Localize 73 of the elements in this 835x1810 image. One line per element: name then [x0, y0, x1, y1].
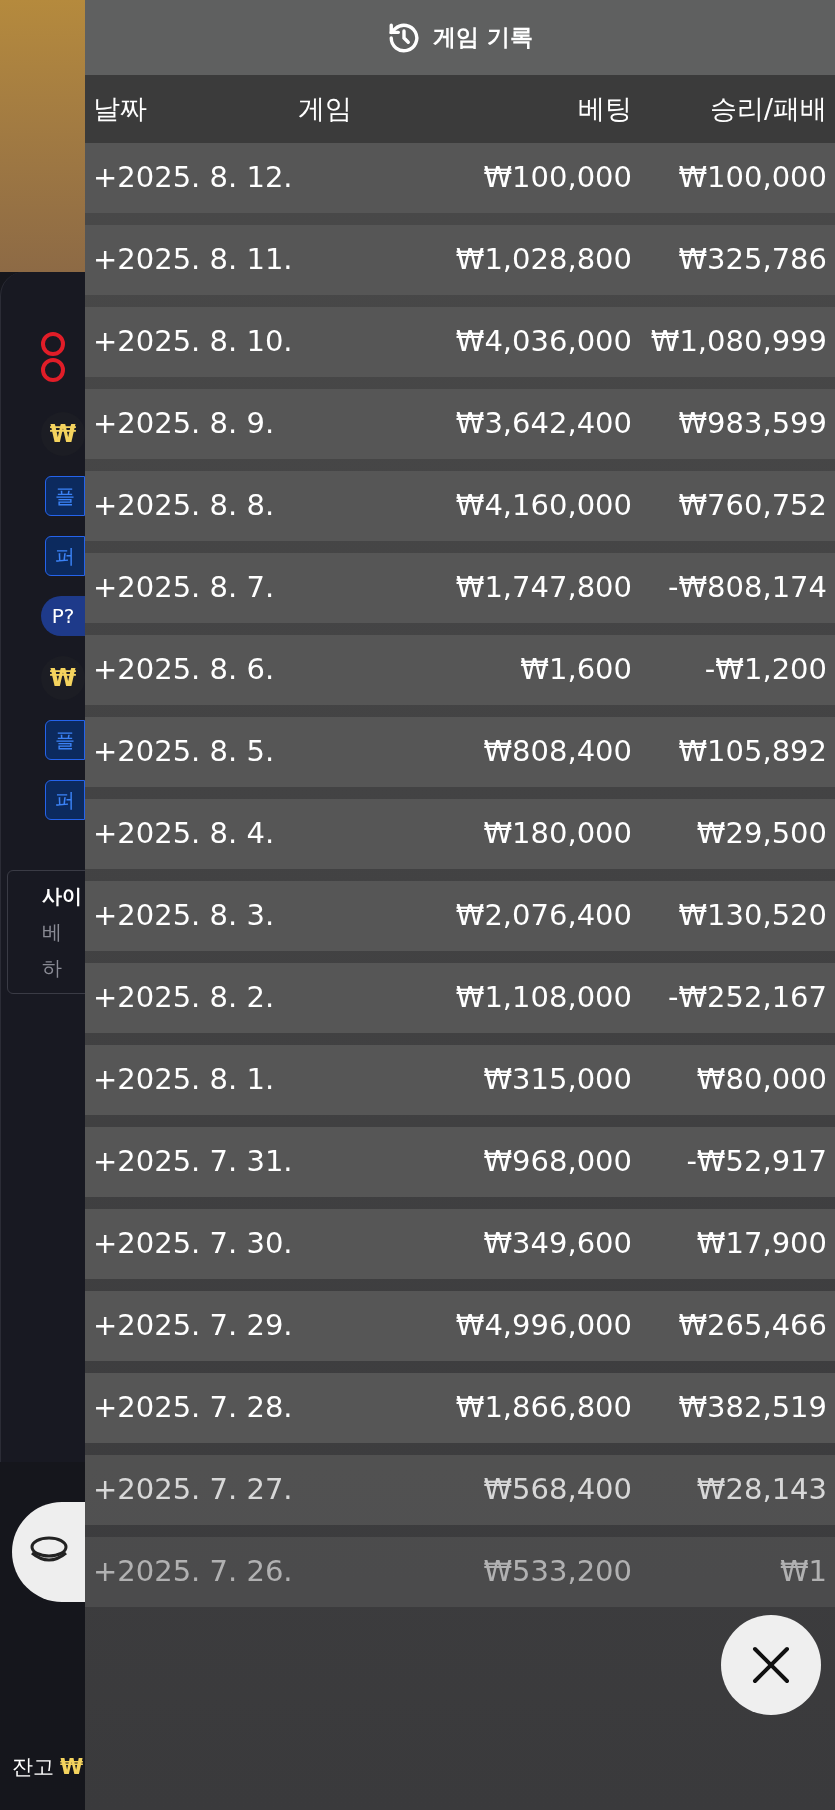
currency-badge: ₩ [41, 412, 85, 456]
date-cell-text: +2025. 8. 1. [93, 1061, 276, 1099]
result-cell-text: ₩325,786 [677, 241, 827, 279]
result-cell-text: ₩17,900 [695, 1225, 827, 1263]
result-cell-text: ₩265,466 [677, 1307, 827, 1345]
result-cell-text: ₩983,599 [677, 405, 827, 443]
bet-cell-text: ₩3,642,400 [454, 405, 632, 443]
result-cell-text: -₩52,917 [685, 1143, 827, 1181]
date-cell-text: +2025. 7. 31. [93, 1143, 294, 1181]
panel-title: 게임 기록 [433, 23, 533, 53]
column-header: 승리/패배 [708, 91, 827, 126]
date-cell-text: +2025. 8. 10. [93, 323, 294, 361]
date-cell-text: +2025. 8. 12. [93, 159, 294, 197]
result-cell-text: ₩80,000 [695, 1061, 827, 1099]
date-cell-text: +2025. 7. 30. [93, 1225, 294, 1263]
column-header: 게임 [298, 91, 353, 126]
bet-cell-text: ₩533,200 [482, 1553, 632, 1591]
column-header: 날짜 [93, 91, 148, 126]
bet-label: 플 [45, 720, 85, 760]
bet-cell-text: ₩100,000 [482, 159, 632, 197]
date-cell-text: +2025. 8. 4. [93, 815, 276, 853]
date-cell-text: +2025. 8. 3. [93, 897, 276, 935]
date-cell-text: +2025. 8. 2. [93, 979, 276, 1017]
date-cell-text: +2025. 7. 29. [93, 1307, 294, 1345]
date-cell-text: +2025. 8. 5. [93, 733, 276, 771]
bet-cell-text: ₩2,076,400 [454, 897, 632, 935]
balance-label: 잔고 [12, 1754, 54, 1781]
result-cell-text: ₩130,520 [677, 897, 827, 935]
bet-cell-text: ₩1,108,000 [454, 979, 632, 1017]
bet-label: 플 [45, 476, 85, 516]
date-cell-text: +2025. 8. 11. [93, 241, 294, 279]
player-pill[interactable]: P? [41, 596, 85, 636]
bet-cell-text: ₩4,160,000 [454, 487, 632, 525]
result-cell-text: ₩105,892 [677, 733, 827, 771]
bet-cell-text: ₩180,000 [482, 815, 632, 853]
chip-stack-button[interactable] [12, 1502, 85, 1602]
result-cell-text: -₩1,200 [703, 651, 827, 689]
date-cell-text: +2025. 8. 8. [93, 487, 276, 525]
bet-cell-text: ₩349,600 [482, 1225, 632, 1263]
result-cell-text: ₩1 [778, 1553, 827, 1591]
bet-label: 퍼 [45, 536, 85, 576]
result-cell-text: ₩100,000 [677, 159, 827, 197]
result-cell-text: ₩760,752 [677, 487, 827, 525]
bet-cell-text: ₩808,400 [482, 733, 632, 771]
balance-currency: ₩ [60, 1754, 84, 1781]
result-cell-text: ₩1,080,999 [649, 323, 827, 361]
bet-cell-text: ₩4,036,000 [454, 323, 632, 361]
column-header: 베팅 [577, 91, 632, 126]
bet-label: 퍼 [45, 780, 85, 820]
date-cell-text: +2025. 7. 27. [93, 1471, 294, 1509]
date-cell-text: +2025. 7. 26. [93, 1553, 294, 1591]
date-cell-text: +2025. 8. 9. [93, 405, 276, 443]
date-cell-text: +2025. 7. 28. [93, 1389, 294, 1427]
result-cell-text: ₩29,500 [695, 815, 827, 853]
close-icon [751, 1645, 791, 1685]
currency-badge: ₩ [41, 656, 85, 700]
notice-title: 사이 [42, 883, 83, 910]
notice-text: 하 [42, 955, 63, 982]
bet-cell-text: ₩968,000 [482, 1143, 632, 1181]
result-cell-text: ₩382,519 [677, 1389, 827, 1427]
bet-cell-text: ₩1,028,800 [454, 241, 632, 279]
result-cell-text: -₩808,174 [666, 569, 827, 607]
bet-cell-text: ₩1,747,800 [454, 569, 632, 607]
bet-cell-text: ₩1,866,800 [454, 1389, 632, 1427]
date-cell-text: +2025. 8. 6. [93, 651, 276, 689]
bet-cell-text: ₩1,600 [519, 651, 632, 689]
result-cell-text: ₩28,143 [695, 1471, 827, 1509]
bet-cell-text: ₩568,400 [482, 1471, 632, 1509]
bet-cell-text: ₩4,996,000 [454, 1307, 632, 1345]
date-cell-text: +2025. 8. 7. [93, 569, 276, 607]
notice-text: 베 [42, 919, 63, 946]
bet-cell-text: ₩315,000 [482, 1061, 632, 1099]
result-cell-text: -₩252,167 [666, 979, 827, 1017]
